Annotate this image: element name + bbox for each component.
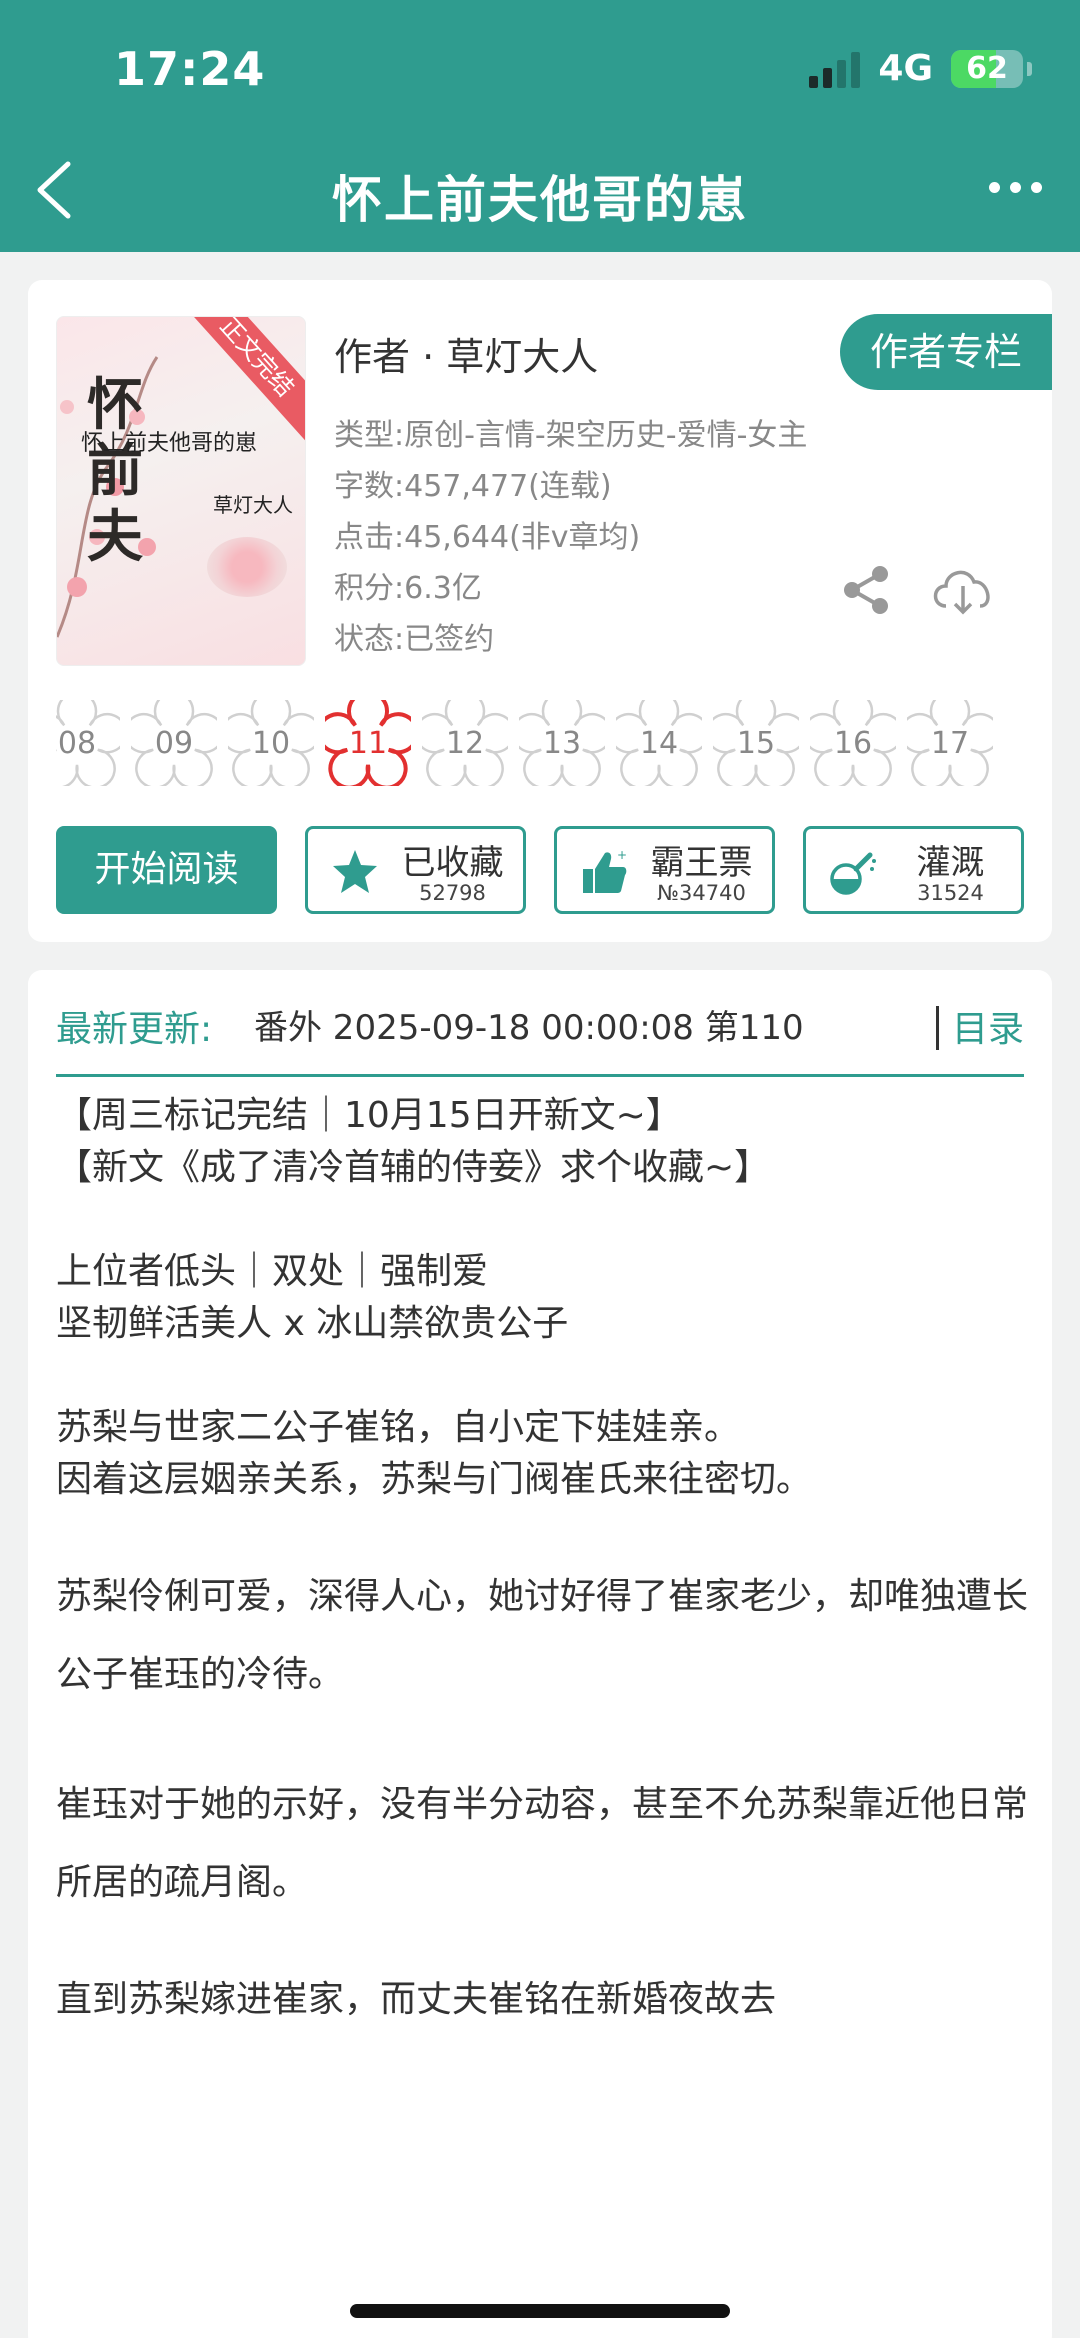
update-underline: [56, 1074, 1024, 1077]
update-divider: [936, 1006, 939, 1050]
more-dots-icon[interactable]: [989, 182, 1042, 193]
latest-update-row[interactable]: 最新更新: 番外 2025-09-18 00:00:08 第110 目录: [56, 1000, 1024, 1060]
cover-title: 怀上前夫他哥的崽: [81, 431, 258, 456]
chapter-badge[interactable]: 11: [316, 700, 420, 790]
chapter-number: 13: [542, 726, 582, 761]
chapter-badge[interactable]: 15: [705, 700, 807, 789]
chapter-number: 08: [57, 726, 97, 761]
start-reading-button[interactable]: 开始阅读: [56, 826, 277, 914]
book-cover[interactable]: 正文完结 怀前夫 怀上前夫他哥的崽 草灯大人: [56, 316, 306, 666]
share-icon[interactable]: [838, 562, 894, 618]
chapter-number: 17: [930, 726, 970, 761]
overlord-ticket-button[interactable]: + 霸王票 №34740: [554, 826, 775, 914]
thumbs-up-icon: +: [583, 848, 627, 893]
svg-text:+: +: [617, 848, 627, 862]
ticket-label: 霸王票: [650, 843, 753, 883]
home-indicator[interactable]: [350, 2304, 730, 2318]
chapter-badge[interactable]: 17: [899, 700, 1001, 789]
chapter-strip[interactable]: 08 09 10 11 12 13 14 15 16 17: [56, 700, 1024, 790]
status-time: 17:24: [114, 42, 266, 96]
star-icon: [333, 850, 377, 893]
chapter-badge[interactable]: 13: [511, 700, 613, 789]
chapter-badge[interactable]: 10: [220, 700, 322, 789]
battery-cap: [1027, 61, 1032, 76]
chapter-badge[interactable]: 12: [414, 700, 516, 789]
book-info-card: 正文完结 怀前夫 怀上前夫他哥的崽 草灯大人 作者 · 草灯大人 作者专栏 类型…: [28, 280, 1052, 942]
ticket-rank: №34740: [657, 881, 746, 905]
app-header: 17:24 4G 62 怀上前夫他哥的崽: [0, 0, 1080, 252]
chapter-number: 09: [154, 726, 194, 761]
author-column-button[interactable]: 作者专栏: [840, 314, 1052, 390]
cover-pastry-art: [207, 537, 287, 597]
chapter-number: 15: [736, 726, 776, 761]
collect-label: 已收藏: [401, 843, 504, 883]
chapter-number: 12: [445, 726, 485, 761]
water-label: 灌溉: [916, 843, 985, 883]
battery-icon: 62: [951, 49, 1023, 88]
synopsis-line: 苏梨与世家二公子崔铭，自小定下娃娃亲。: [56, 1407, 741, 1448]
cover-author: 草灯大人: [213, 493, 293, 517]
book-meta: 类型:原创-言情-架空历史-爱情-女主 字数:457,477(连载) 点击:45…: [334, 410, 807, 665]
meta-clicks: 点击:45,644(非v章均): [334, 520, 641, 555]
synopsis-line: 苏梨伶俐可爱，深得人心，她讨好得了崔家老少，却唯独遭长公子崔珏的冷待。: [56, 1576, 1029, 1695]
watering-icon: [830, 852, 876, 895]
synopsis-line: 因着这层姻亲关系，苏梨与门阀崔氏来往密切。: [56, 1459, 813, 1500]
water-count: 31524: [917, 881, 984, 905]
synopsis-line: 坚韧鲜活美人 x 冰山禁欲贵公子: [56, 1303, 569, 1344]
synopsis-spacer: [56, 1922, 1036, 1974]
meta-status: 状态:已签约: [334, 622, 495, 657]
synopsis-card: 最新更新: 番外 2025-09-18 00:00:08 第110 目录 【周三…: [28, 970, 1052, 2338]
page-title: 怀上前夫他哥的崽: [332, 171, 748, 229]
meta-word-count: 字数:457,477(连载): [334, 469, 612, 504]
status-icons: 4G 62: [809, 48, 1032, 89]
signal-icon: [809, 50, 861, 88]
chapter-badge[interactable]: 09: [123, 700, 225, 789]
latest-update-text[interactable]: 番外 2025-09-18 00:00:08 第110: [254, 1000, 914, 1049]
synopsis-line: 上位者低头｜双处｜强制爱: [56, 1251, 489, 1292]
synopsis-spacer: [56, 1350, 1036, 1402]
synopsis-line: 直到苏梨嫁进崔家，而丈夫崔铭在新婚夜故去: [56, 1979, 777, 2020]
synopsis-line: 崔珏对于她的示好，没有半分动容，甚至不允苏梨靠近他日常所居的疏月阁。: [56, 1784, 1029, 1903]
chapter-badge[interactable]: 14: [608, 700, 710, 789]
battery-percent: 62: [966, 50, 1008, 86]
chapter-badge[interactable]: 08: [56, 700, 128, 789]
table-of-contents-link[interactable]: 目录: [952, 1000, 1024, 1052]
chapter-number: 16: [833, 726, 873, 761]
chapter-badge[interactable]: 16: [802, 700, 904, 789]
author-name[interactable]: 作者 · 草灯大人: [334, 326, 598, 381]
synopsis-spacer: [56, 1506, 1036, 1558]
meta-genre: 类型:原创-言情-架空历史-爱情-女主: [334, 418, 808, 453]
synopsis-spacer: [56, 1714, 1036, 1766]
action-row: 开始阅读 已收藏 52798 + 霸王票 №34740 灌溉 31524: [56, 826, 1024, 916]
chapter-number: 14: [639, 726, 679, 761]
chapter-number: 10: [251, 726, 291, 761]
cover-calligraphy: 怀前夫: [87, 372, 143, 570]
meta-score: 积分:6.3亿: [334, 571, 482, 606]
synopsis-line: 【周三标记完结｜10月15日开新文~】: [56, 1095, 682, 1136]
synopsis-line: 【新文《成了清冷首辅的侍妾》求个收藏~】: [56, 1147, 771, 1188]
collect-button[interactable]: 已收藏 52798: [305, 826, 526, 914]
synopsis-text: 【周三标记完结｜10月15日开新文~】【新文《成了清冷首辅的侍妾》求个收藏~】上…: [56, 1090, 1036, 2026]
watering-button[interactable]: 灌溉 31524: [803, 826, 1024, 914]
synopsis-spacer: [56, 1194, 1036, 1246]
latest-update-label: 最新更新:: [56, 1009, 213, 1050]
network-type: 4G: [878, 48, 933, 89]
collect-count: 52798: [419, 881, 486, 905]
download-icon[interactable]: [928, 560, 998, 620]
chapter-number: 11: [348, 726, 388, 761]
